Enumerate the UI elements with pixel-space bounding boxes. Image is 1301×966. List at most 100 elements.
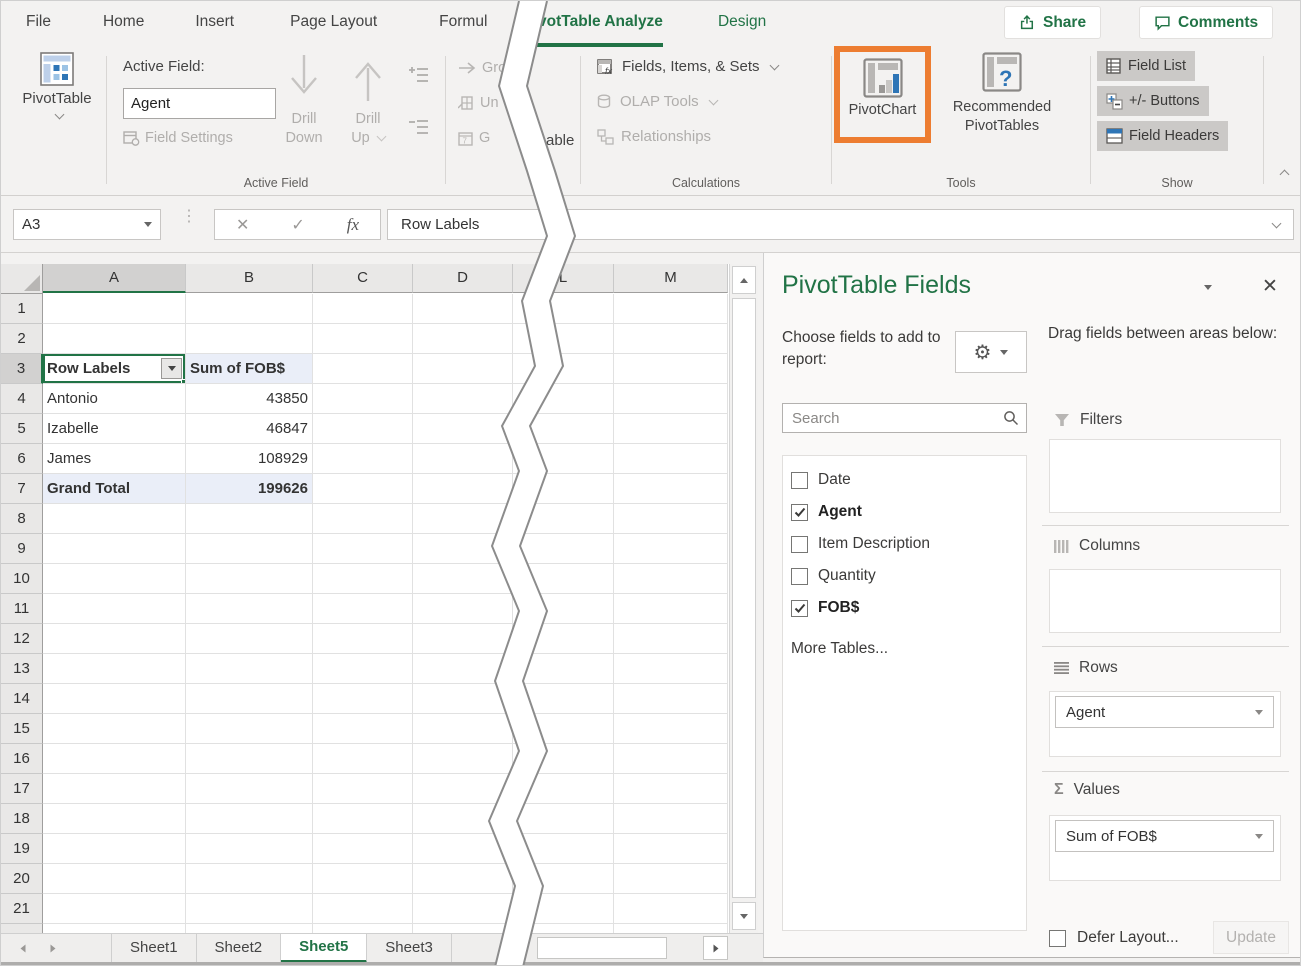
cell-B7[interactable]: 199626	[186, 474, 313, 504]
cell-B19[interactable]	[186, 834, 313, 864]
cell-L5[interactable]	[513, 414, 614, 444]
sheet-tab-sheet2[interactable]: Sheet2	[197, 934, 282, 963]
cell-L11[interactable]	[513, 594, 614, 624]
checkbox-unchecked[interactable]	[791, 536, 808, 553]
cell-C5[interactable]	[313, 414, 413, 444]
cell-B15[interactable]	[186, 714, 313, 744]
search-input[interactable]	[790, 409, 1003, 428]
cell-D6[interactable]	[413, 444, 513, 474]
cell-L17[interactable]	[513, 774, 614, 804]
drill-up-button[interactable]: Drill Up	[339, 52, 397, 148]
cell-D2[interactable]	[413, 324, 513, 354]
cell-D5[interactable]	[413, 414, 513, 444]
cell-B8[interactable]	[186, 504, 313, 534]
row-header-13[interactable]: 13	[1, 654, 43, 684]
cell-L22[interactable]	[513, 924, 614, 933]
tab-home[interactable]: Home	[103, 1, 144, 43]
row-header-14[interactable]: 14	[1, 684, 43, 714]
row-header-3[interactable]: 3	[1, 354, 43, 384]
cell-C19[interactable]	[313, 834, 413, 864]
defer-layout-checkbox[interactable]	[1049, 930, 1066, 947]
formula-bar-grip[interactable]: ⋮	[181, 213, 197, 221]
cell-A18[interactable]	[43, 804, 186, 834]
filters-drop-zone[interactable]	[1049, 439, 1281, 513]
cell-C20[interactable]	[313, 864, 413, 894]
checkbox-unchecked[interactable]	[791, 568, 808, 585]
cell-B16[interactable]	[186, 744, 313, 774]
col-header-A[interactable]: A	[43, 264, 186, 293]
next-sheet-icon[interactable]	[51, 945, 56, 953]
cell-M21[interactable]	[614, 894, 728, 924]
field-item-agent[interactable]: Agent	[791, 496, 1026, 528]
cell-A4[interactable]: Antonio	[43, 384, 186, 414]
search-box[interactable]	[782, 403, 1027, 433]
group-selection-button[interactable]: Grou	[458, 60, 514, 76]
cell-L16[interactable]	[513, 744, 614, 774]
cell-A10[interactable]	[43, 564, 186, 594]
cell-B12[interactable]	[186, 624, 313, 654]
field-item-item-description[interactable]: Item Description	[791, 528, 1026, 560]
cell-A9[interactable]	[43, 534, 186, 564]
ungroup-button[interactable]: Un	[458, 95, 499, 111]
cell-A15[interactable]	[43, 714, 186, 744]
cell-D4[interactable]	[413, 384, 513, 414]
field-item-date[interactable]: Date	[791, 464, 1026, 496]
row-labels-filter-button[interactable]	[161, 358, 182, 379]
row-header-22[interactable]: 22	[1, 924, 43, 933]
cell-A21[interactable]	[43, 894, 186, 924]
cell-D20[interactable]	[413, 864, 513, 894]
cell-M2[interactable]	[614, 324, 728, 354]
cell-D18[interactable]	[413, 804, 513, 834]
cell-A2[interactable]	[43, 324, 186, 354]
cell-B3[interactable]: Sum of FOB$	[186, 354, 313, 384]
cell-B20[interactable]	[186, 864, 313, 894]
cell-M15[interactable]	[614, 714, 728, 744]
select-all-corner[interactable]	[1, 264, 43, 294]
cell-L2[interactable]	[513, 324, 614, 354]
more-tables-link[interactable]: More Tables...	[791, 640, 1026, 658]
cell-L3[interactable]	[513, 354, 614, 384]
name-box[interactable]: A3	[13, 209, 161, 240]
cell-A11[interactable]	[43, 594, 186, 624]
cell-M13[interactable]	[614, 654, 728, 684]
checkbox-checked[interactable]	[791, 600, 808, 617]
cell-B6[interactable]: 108929	[186, 444, 313, 474]
cell-D19[interactable]	[413, 834, 513, 864]
cell-B21[interactable]	[186, 894, 313, 924]
cell-M12[interactable]	[614, 624, 728, 654]
cell-B18[interactable]	[186, 804, 313, 834]
cell-C22[interactable]	[313, 924, 413, 933]
tab-design[interactable]: Design	[718, 1, 766, 43]
cell-C3[interactable]	[313, 354, 413, 384]
row-header-8[interactable]: 8	[1, 504, 43, 534]
cell-B10[interactable]	[186, 564, 313, 594]
cell-A7[interactable]: Grand Total	[43, 474, 186, 504]
row-header-4[interactable]: 4	[1, 384, 43, 414]
recommended-pivottables-button[interactable]: ? Recommended PivotTables	[936, 52, 1068, 136]
pane-tools-button[interactable]: ⚙	[955, 331, 1027, 373]
cancel-icon[interactable]: ✕	[236, 215, 249, 235]
update-button[interactable]: Update	[1213, 921, 1289, 954]
row-header-9[interactable]: 9	[1, 534, 43, 564]
cell-D17[interactable]	[413, 774, 513, 804]
cell-A14[interactable]	[43, 684, 186, 714]
sheet-tab-sheet5[interactable]: Sheet5	[281, 934, 367, 963]
row-header-7[interactable]: 7	[1, 474, 43, 504]
cell-D1[interactable]	[413, 294, 513, 324]
cell-M10[interactable]	[614, 564, 728, 594]
cell-A8[interactable]	[43, 504, 186, 534]
cell-L12[interactable]	[513, 624, 614, 654]
cell-C21[interactable]	[313, 894, 413, 924]
cell-C18[interactable]	[313, 804, 413, 834]
active-field-input[interactable]	[123, 88, 276, 119]
cell-C1[interactable]	[313, 294, 413, 324]
cell-C14[interactable]	[313, 684, 413, 714]
cell-M20[interactable]	[614, 864, 728, 894]
field-list-toggle[interactable]: Field List	[1097, 51, 1195, 81]
scroll-up-button[interactable]	[732, 266, 756, 294]
cell-B17[interactable]	[186, 774, 313, 804]
row-header-6[interactable]: 6	[1, 444, 43, 474]
cell-C15[interactable]	[313, 714, 413, 744]
cell-L9[interactable]	[513, 534, 614, 564]
tab-pivottable-analyze[interactable]: PivotTable Analyze	[523, 1, 663, 47]
